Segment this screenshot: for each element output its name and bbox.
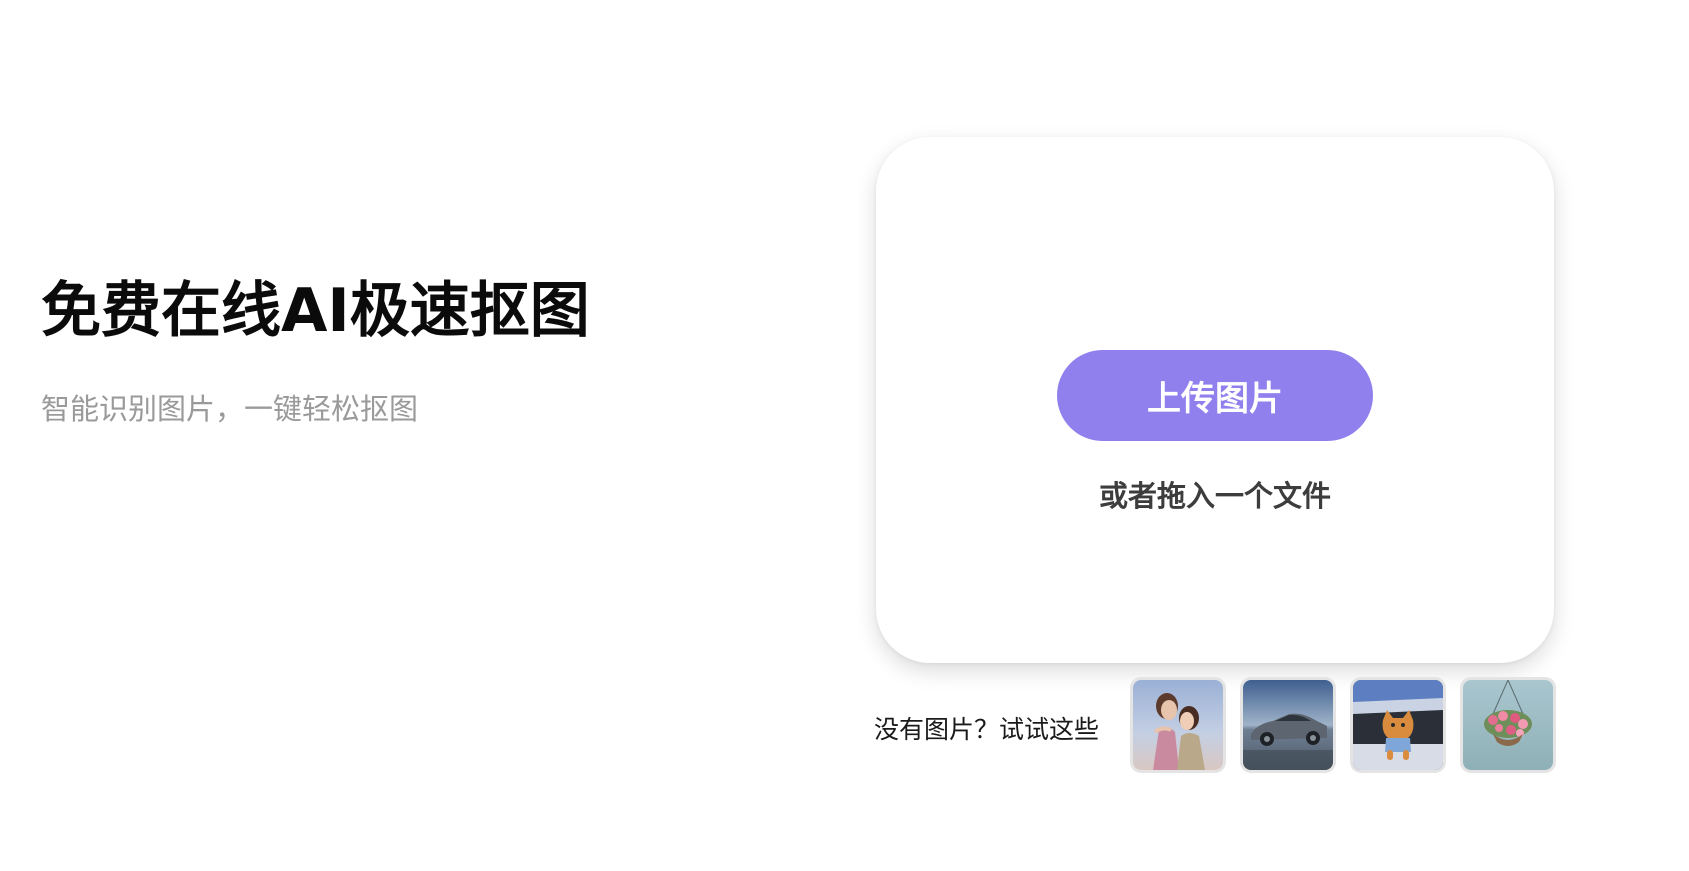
drop-hint: 或者拖入一个文件 — [1098, 479, 1331, 513]
sample-image-car[interactable] — [1240, 677, 1336, 773]
hero-title: 免费在线AI极速抠图 — [41, 276, 590, 346]
sample-image-two-women[interactable] — [1130, 677, 1226, 773]
page: 免费在线AI极速抠图 智能识别图片，一键轻松抠图 上传图片 或者拖入一个文件 没… — [0, 0, 1689, 871]
two-women-photo — [1133, 680, 1223, 770]
sample-images — [1130, 677, 1556, 773]
sample-image-cat[interactable] — [1350, 677, 1446, 773]
cat-in-car-photo — [1353, 680, 1443, 770]
upload-image-button[interactable]: 上传图片 — [1057, 350, 1373, 441]
flower-basket-photo — [1463, 680, 1553, 770]
hero-subtitle: 智能识别图片，一键轻松抠图 — [41, 392, 419, 426]
sample-images-label: 没有图片？试试这些 — [874, 715, 1100, 744]
car-photo — [1243, 680, 1333, 770]
upload-dropzone[interactable]: 上传图片 或者拖入一个文件 — [876, 137, 1554, 663]
sample-image-flowers[interactable] — [1460, 677, 1556, 773]
